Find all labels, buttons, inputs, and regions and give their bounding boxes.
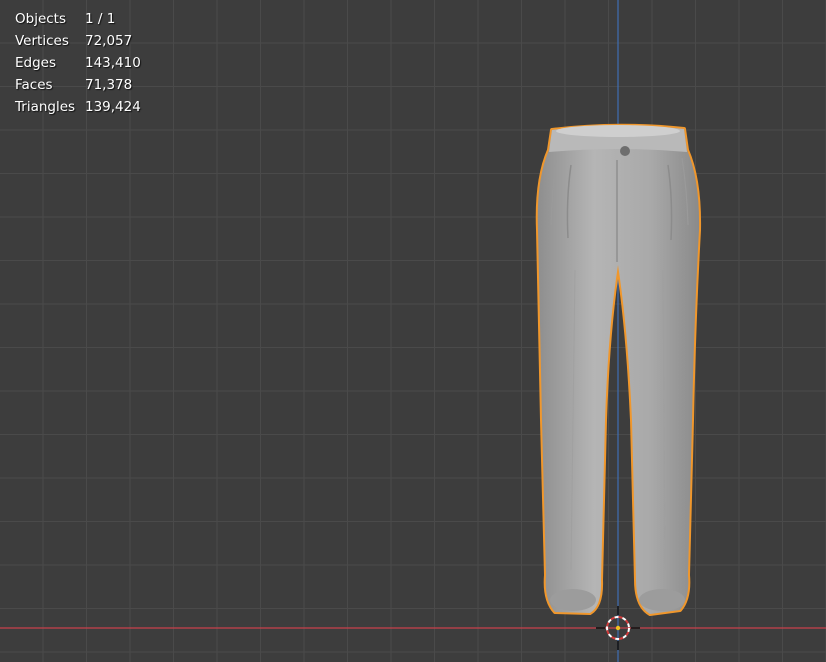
3d-viewport[interactable]: Objects 1 / 1 Vertices 72,057 Edges 143,… <box>0 0 826 662</box>
stat-label: Edges <box>15 55 57 71</box>
3d-cursor-icon[interactable] <box>596 606 640 650</box>
stat-value: 139,424 <box>85 99 141 115</box>
right-cuff <box>639 589 685 611</box>
stat-row-faces: Faces 71,378 <box>15 74 141 96</box>
statistics-overlay: Objects 1 / 1 Vertices 72,057 Edges 143,… <box>15 8 141 118</box>
waistband-opening <box>556 125 680 137</box>
stat-label: Triangles <box>15 99 76 115</box>
stat-row-triangles: Triangles 139,424 <box>15 96 141 118</box>
stat-row-objects: Objects 1 / 1 <box>15 8 141 30</box>
stat-label: Objects <box>15 11 67 27</box>
stat-value: 71,378 <box>85 77 133 93</box>
left-cuff <box>550 589 596 611</box>
stat-row-vertices: Vertices 72,057 <box>15 30 141 52</box>
stat-value: 1 / 1 <box>85 11 116 27</box>
stat-row-edges: Edges 143,410 <box>15 52 141 74</box>
stat-label: Faces <box>15 77 53 93</box>
stat-label: Vertices <box>15 33 69 49</box>
stat-value: 72,057 <box>85 33 133 49</box>
stat-value: 143,410 <box>85 55 141 71</box>
waist-button <box>620 146 630 156</box>
